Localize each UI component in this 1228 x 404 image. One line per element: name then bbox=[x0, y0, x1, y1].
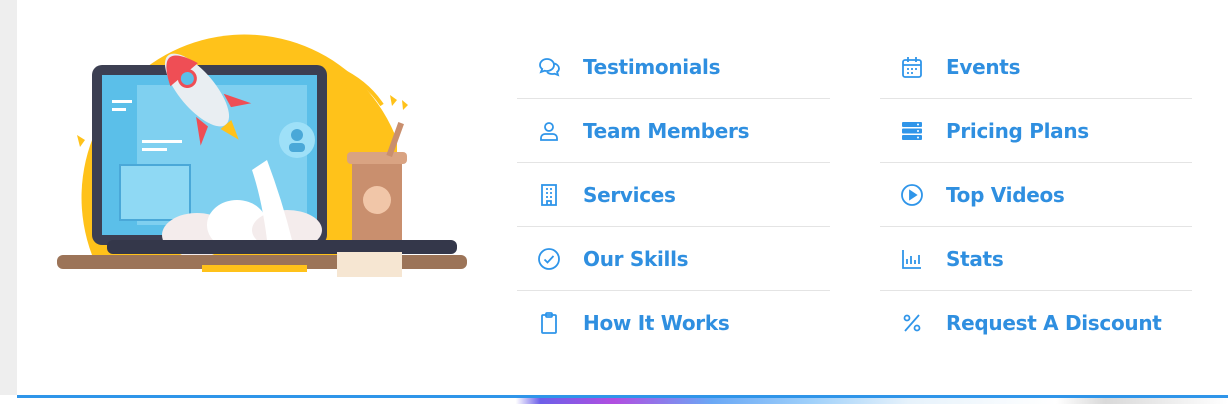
chat-bubbles-icon bbox=[517, 55, 583, 79]
building-icon bbox=[517, 183, 583, 207]
user-icon bbox=[517, 119, 583, 143]
menu-label: Testimonials bbox=[583, 54, 721, 79]
menu-column-1: Testimonials Team Members Services Our S… bbox=[517, 35, 830, 355]
server-icon bbox=[880, 119, 946, 143]
menu-label: Pricing Plans bbox=[946, 118, 1089, 143]
menu-item-how-it-works[interactable]: How It Works bbox=[517, 291, 830, 355]
menu-item-events[interactable]: Events bbox=[880, 35, 1192, 99]
play-circle-icon bbox=[880, 183, 946, 207]
menu-item-request-a-discount[interactable]: Request A Discount bbox=[880, 291, 1192, 355]
menu-item-top-videos[interactable]: Top Videos bbox=[880, 163, 1192, 227]
menu-item-services[interactable]: Services bbox=[517, 163, 830, 227]
menu-label: Top Videos bbox=[946, 182, 1065, 207]
menu-item-pricing-plans[interactable]: Pricing Plans bbox=[880, 99, 1192, 163]
menu-item-testimonials[interactable]: Testimonials bbox=[517, 35, 830, 99]
menu-label: Events bbox=[946, 54, 1021, 79]
calendar-icon bbox=[880, 55, 946, 79]
menu-item-our-skills[interactable]: Our Skills bbox=[517, 227, 830, 291]
menu-item-stats[interactable]: Stats bbox=[880, 227, 1192, 291]
bar-chart-icon bbox=[880, 247, 946, 271]
menu-bottom-border bbox=[17, 395, 1228, 398]
check-circle-icon bbox=[517, 247, 583, 271]
menu-label: Stats bbox=[946, 246, 1004, 271]
menu-label: Services bbox=[583, 182, 676, 207]
clipboard-icon bbox=[517, 311, 583, 335]
menu-item-team-members[interactable]: Team Members bbox=[517, 99, 830, 163]
menu-label: Team Members bbox=[583, 118, 750, 143]
menu-label: Our Skills bbox=[583, 246, 689, 271]
menu-label: How It Works bbox=[583, 311, 730, 335]
rocket-laptop-illustration bbox=[57, 34, 467, 277]
menu-label: Request A Discount bbox=[946, 311, 1162, 335]
percent-icon bbox=[880, 311, 946, 335]
menu-column-2: Events Pricing Plans Top Videos Stats Re… bbox=[880, 35, 1192, 355]
